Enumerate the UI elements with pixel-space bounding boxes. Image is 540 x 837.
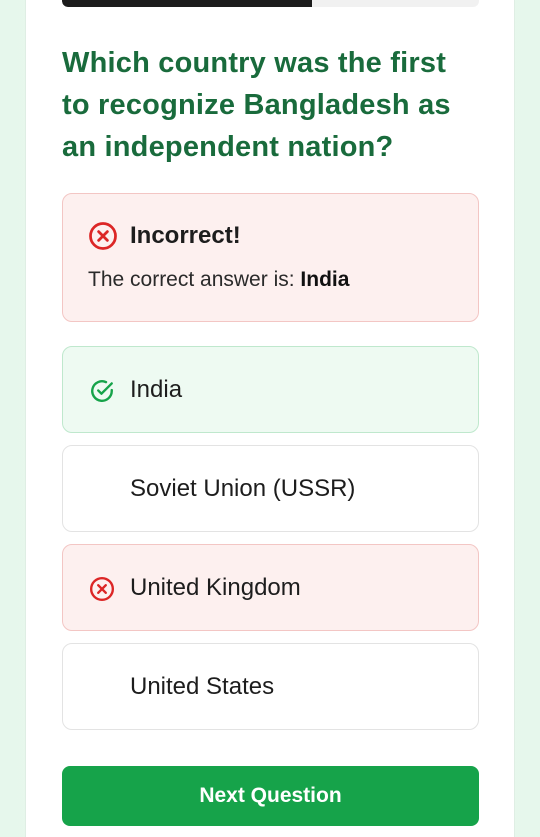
feedback-prefix: The correct answer is: [88, 268, 301, 291]
question-text: Which country was the first to recognize… [62, 47, 451, 163]
option-label: United Kingdom [130, 574, 301, 601]
x-circle-icon [89, 576, 115, 602]
correct-answer-text: India [300, 268, 350, 291]
feedback-title: Incorrect! [130, 222, 241, 249]
feedback-panel: Incorrect! The correct answer is: India [62, 193, 479, 322]
answer-option-soviet-union[interactable]: Soviet Union (USSR) [62, 445, 479, 532]
answer-option-india[interactable]: India [62, 346, 479, 433]
answer-option-united-kingdom[interactable]: United Kingdom [62, 544, 479, 631]
progress-fill [62, 0, 313, 7]
progress-bar [62, 0, 479, 7]
option-label: Soviet Union (USSR) [130, 475, 356, 502]
answer-option-united-states[interactable]: United States [62, 643, 479, 730]
option-label: United States [130, 673, 275, 700]
check-circle-icon [91, 380, 113, 402]
next-question-button[interactable]: Next Question [62, 766, 479, 826]
option-label: India [130, 376, 183, 403]
feedback-message: The correct answer is: India [88, 267, 349, 293]
x-circle-icon [89, 222, 117, 250]
